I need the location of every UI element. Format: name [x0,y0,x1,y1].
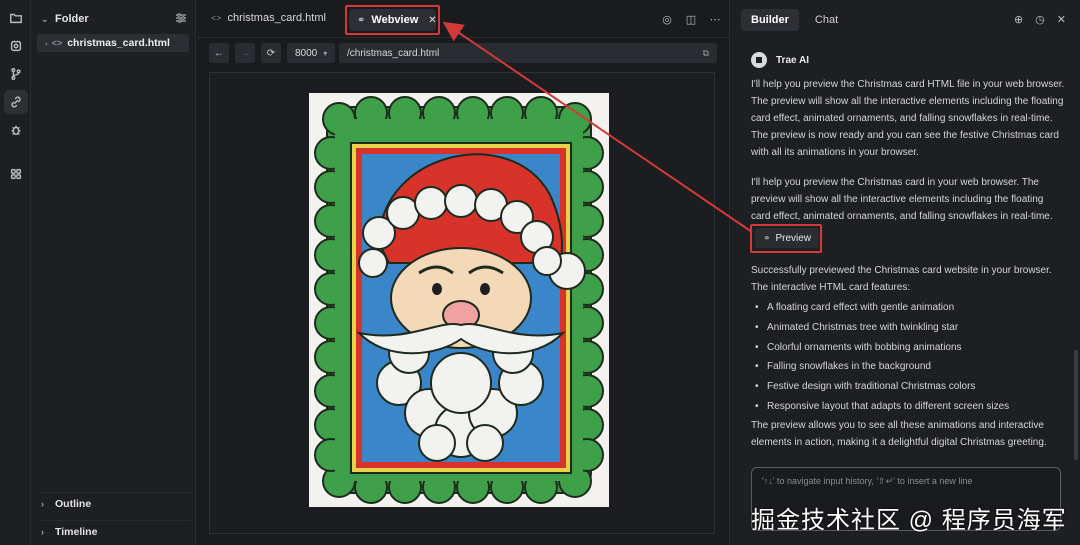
highlight-box [750,224,822,253]
port-select[interactable]: 8000 ▾ [287,43,335,63]
arrow-right-icon: → [240,47,250,59]
reload-button[interactable]: ⟳ [261,43,281,63]
activity-bar [0,0,31,545]
ai-chat-panel: Builder Chat ⊕ ◷ ✕ Trae AI I'll help you… [731,0,1080,545]
tab-chat[interactable]: Chat [805,9,848,31]
chevron-right-icon: › [41,498,44,509]
webview-icon[interactable] [4,90,28,114]
list-item: Colorful ornaments with bobbing animatio… [751,338,1065,358]
chevron-down-icon: ⌄ [41,13,49,24]
tab-builder[interactable]: Builder [741,9,799,31]
assistant-header: Trae AI [751,52,809,68]
chat-tabs: Builder Chat [741,9,848,31]
chat-scrollbar[interactable] [1074,350,1078,460]
list-item: Festive design with traditional Christma… [751,377,1065,397]
explorer-icon[interactable] [4,6,28,30]
timeline-label: Timeline [55,525,98,538]
url-value: /christmas_card.html [347,47,440,59]
assistant-message: I'll help you preview the Christmas card… [751,177,1053,222]
chat-input-placeholder: '↑↓' to navigate input history, '⇧↵' to … [762,476,973,486]
editor-actions: ◎ ◫ ⋯ [660,12,722,26]
chevron-down-icon: ▾ [323,48,328,58]
debug-icon[interactable] [4,118,28,142]
list-item: Animated Christmas tree with twinkling s… [751,318,1065,338]
compass-icon[interactable]: ◎ [660,12,674,26]
close-icon[interactable]: ✕ [1057,13,1066,26]
assistant-message: I'll help you preview the Christmas card… [751,79,1065,158]
arrow-left-icon: ← [214,47,224,59]
webview-toolbar: ← → ⟳ 8000 ▾ /christmas_card.html ⧉ [209,42,717,64]
assistant-name: Trae AI [776,54,809,66]
code-file-icon: <> [211,13,222,23]
history-icon[interactable]: ◷ [1035,13,1045,26]
webview-viewport [209,72,715,534]
code-file-icon: <> [51,38,63,48]
search-icon[interactable] [4,34,28,58]
settings-icon[interactable] [175,12,187,24]
explorer-sidebar: ⌄ Folder › <> christmas_card.html › Outl… [31,0,196,545]
highlight-box [345,5,440,35]
more-icon[interactable]: ⋯ [708,12,722,26]
list-item: A floating card effect with gentle anima… [751,298,1065,318]
source-control-icon[interactable] [4,62,28,86]
chevron-right-icon: › [41,526,44,537]
url-input[interactable]: /christmas_card.html ⧉ [339,43,717,63]
file-name: christmas_card.html [67,37,170,49]
christmas-card-image [309,93,609,507]
assistant-message: The preview allows you to see all these … [751,420,1047,448]
tab-file[interactable]: <> christmas_card.html [211,12,326,24]
feature-list: A floating card effect with gentle anima… [751,298,1065,417]
app-window: ⌄ Folder › <> christmas_card.html › Outl… [0,0,1080,545]
list-item: Falling snowflakes in the background [751,357,1065,377]
assistant-logo-icon [751,52,767,68]
split-editor-icon[interactable]: ◫ [684,12,698,26]
list-item: Responsive layout that adapts to differe… [751,397,1065,417]
port-value: 8000 [295,47,318,59]
chat-actions: ⊕ ◷ ✕ [1014,13,1066,26]
timeline-section[interactable]: › Timeline [41,520,191,542]
assistant-message: Successfully previewed the Christmas car… [751,265,1052,293]
back-button[interactable]: ← [209,43,229,63]
outline-section[interactable]: › Outline [41,492,191,514]
folder-header[interactable]: ⌄ Folder [41,10,191,28]
watermark: 掘金技术社区 @ 程序员海军 [751,507,1067,534]
tab-bar: <> christmas_card.html ⚭ Webview ✕ ◎ ◫ ⋯ [197,0,730,38]
new-chat-icon[interactable]: ⊕ [1014,13,1023,26]
editor-area: <> christmas_card.html ⚭ Webview ✕ ◎ ◫ ⋯… [197,0,730,545]
extensions-icon[interactable] [4,162,28,186]
refresh-icon: ⟳ [266,47,276,59]
forward-button[interactable]: → [235,43,255,63]
outline-label: Outline [55,497,92,510]
open-external-icon[interactable]: ⧉ [703,48,709,59]
chevron-right-icon: › [45,38,48,48]
tab-file-label: christmas_card.html [227,12,326,24]
folder-label: Folder [55,13,89,25]
file-tree-item[interactable]: › <> christmas_card.html [37,34,189,52]
